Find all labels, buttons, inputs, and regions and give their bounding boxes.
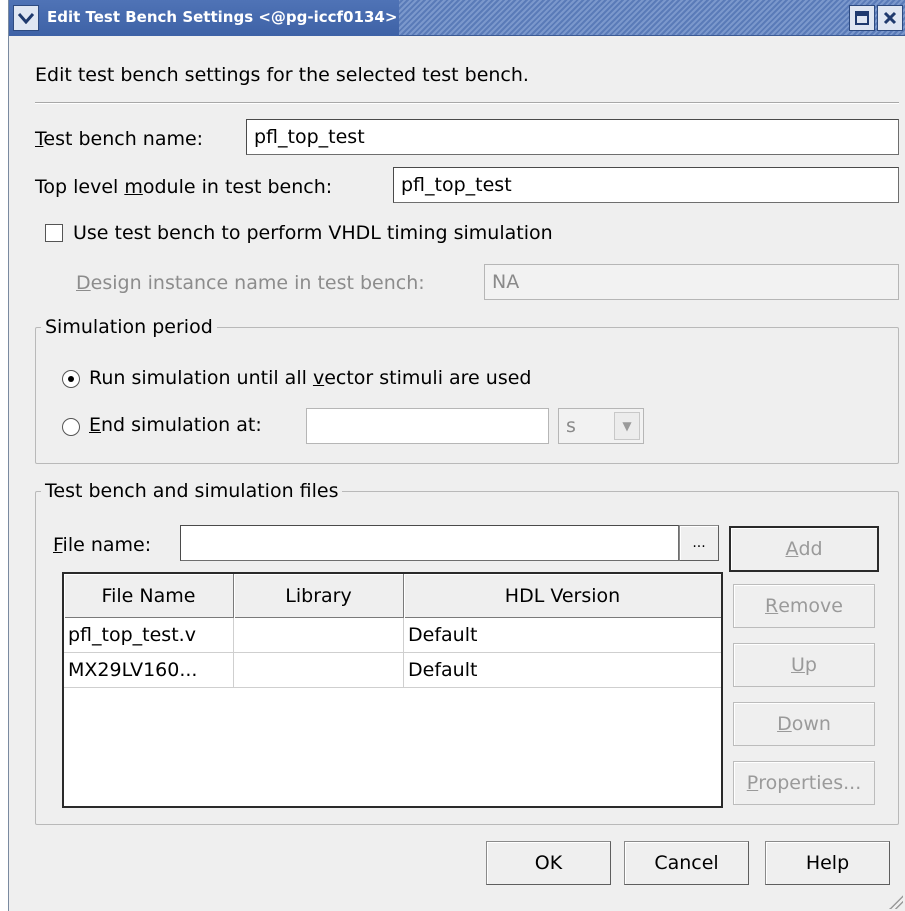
remove-button[interactable]: Remove xyxy=(733,584,875,628)
dialog-description: Edit test bench settings for the selecte… xyxy=(35,64,529,86)
end-at-input[interactable] xyxy=(306,408,549,444)
maximize-icon[interactable] xyxy=(849,5,875,31)
window-title: Edit Test Bench Settings <@pg-iccf0134> xyxy=(47,8,398,26)
dialog-window: Edit Test Bench Settings <@pg-iccf0134> … xyxy=(8,0,905,911)
dropdown-arrow-icon[interactable]: ▼ xyxy=(614,412,640,440)
test-bench-name-label: Test bench name: xyxy=(35,128,204,150)
vhdl-timing-label[interactable]: Use test bench to perform VHDL timing si… xyxy=(73,222,553,244)
up-button[interactable]: Up xyxy=(733,643,875,687)
design-instance-input[interactable]: NA xyxy=(484,264,899,300)
table-header: File Name Library HDL Version xyxy=(64,574,721,618)
properties-button[interactable]: Properties... xyxy=(733,761,875,805)
top-level-module-input[interactable]: pfl_top_test xyxy=(393,167,899,203)
add-button[interactable]: Add xyxy=(729,526,879,572)
table-row[interactable]: pfl_top_test.v Default xyxy=(64,618,721,653)
title-bar[interactable]: Edit Test Bench Settings <@pg-iccf0134> xyxy=(9,0,905,36)
close-icon[interactable] xyxy=(877,5,903,31)
chevron-down-icon[interactable] xyxy=(13,5,39,31)
file-name-label: File name: xyxy=(53,534,152,556)
files-table[interactable]: File Name Library HDL Version pfl_top_te… xyxy=(62,572,723,808)
cancel-button[interactable]: Cancel xyxy=(624,841,749,885)
end-at-unit-select[interactable]: s ▼ xyxy=(558,408,644,444)
column-header-hdl-version[interactable]: HDL Version xyxy=(404,574,721,618)
cell-library xyxy=(234,653,404,688)
cell-hdl-version: Default xyxy=(408,659,478,681)
simulation-period-title: Simulation period xyxy=(41,316,217,338)
resize-grip-icon[interactable] xyxy=(889,895,903,909)
file-name-input[interactable] xyxy=(180,525,679,561)
table-row[interactable]: MX29LV160... Default xyxy=(64,653,721,688)
vhdl-timing-checkbox[interactable] xyxy=(45,224,63,242)
browse-button[interactable]: ... xyxy=(679,525,719,561)
help-button[interactable]: Help xyxy=(765,841,890,885)
files-group-title: Test bench and simulation files xyxy=(41,480,343,502)
ok-button[interactable]: OK xyxy=(486,841,611,885)
end-at-radio[interactable] xyxy=(62,418,80,436)
column-header-library[interactable]: Library xyxy=(234,574,404,618)
cell-library xyxy=(234,618,404,653)
separator xyxy=(35,102,899,104)
top-level-module-label: Top level module in test bench: xyxy=(35,176,333,198)
run-all-label[interactable]: Run simulation until all vector stimuli … xyxy=(89,367,531,389)
end-at-unit-value: s xyxy=(566,415,576,437)
design-instance-label: Design instance name in test bench: xyxy=(76,272,425,294)
end-at-label[interactable]: End simulation at: xyxy=(89,414,262,436)
test-bench-name-input[interactable]: pfl_top_test xyxy=(246,119,899,155)
cell-hdl-version: Default xyxy=(408,624,478,646)
run-all-radio[interactable] xyxy=(62,370,80,388)
column-header-file-name[interactable]: File Name xyxy=(64,574,234,618)
cell-file-name: pfl_top_test.v xyxy=(64,618,234,653)
down-button[interactable]: Down xyxy=(733,702,875,746)
cell-file-name: MX29LV160... xyxy=(64,653,234,688)
